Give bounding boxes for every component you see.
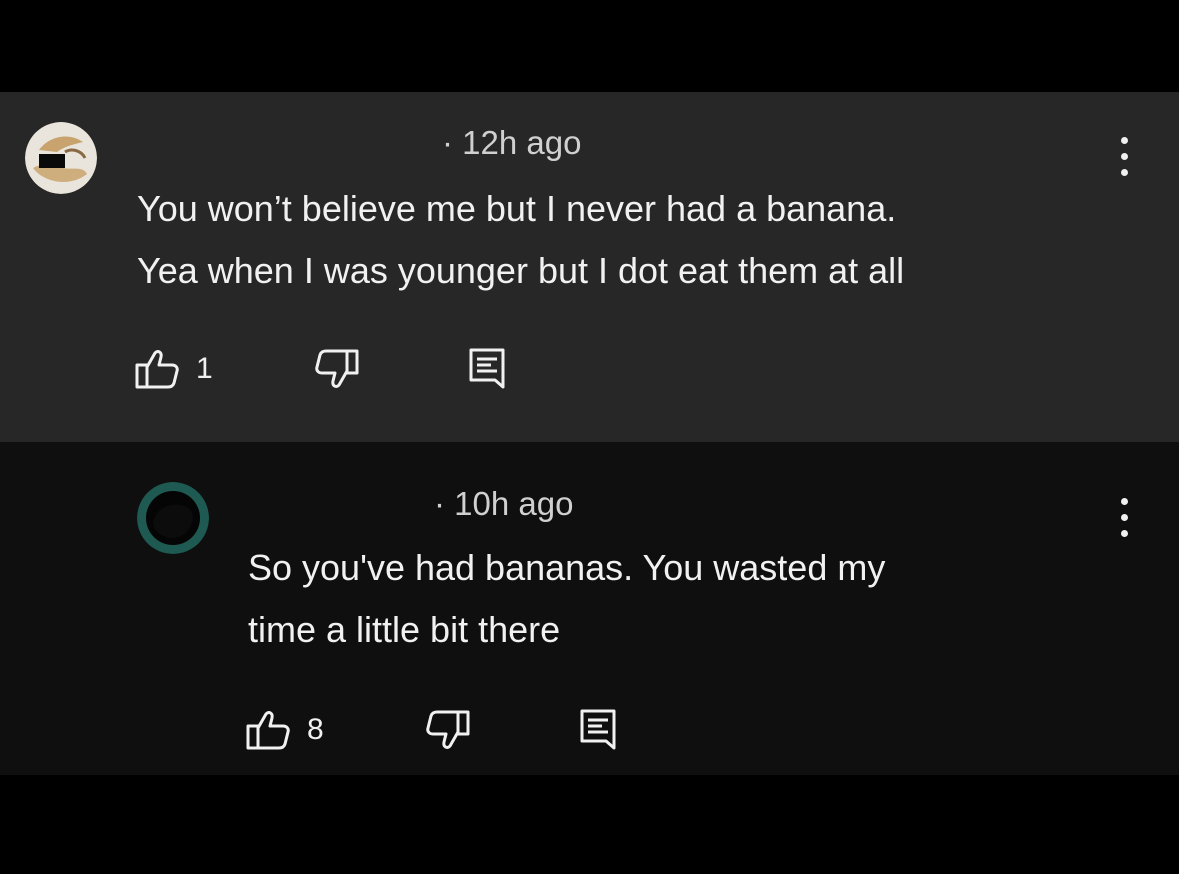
reply-comment-icon	[580, 709, 616, 750]
like-button[interactable]	[134, 347, 182, 391]
comment-actions: 8	[245, 708, 645, 752]
banana-photo-avatar-icon	[25, 122, 97, 194]
dot	[1121, 137, 1128, 144]
dot	[1121, 530, 1128, 537]
comment-text: You won’t believe me but I never had a b…	[137, 178, 904, 302]
comment-text-line: So you've had bananas. You wasted my	[248, 547, 886, 588]
comment-timestamp: · 10h ago	[434, 485, 574, 522]
comment-text-line: You won’t believe me but I never had a b…	[137, 188, 897, 229]
thumbs-up-icon	[135, 350, 179, 389]
screenshot-frame: · 12h ago You won’t believe me but I nev…	[0, 0, 1179, 874]
dot	[1121, 514, 1128, 521]
comment-actions: 1	[134, 347, 534, 391]
more-options-button[interactable]	[1115, 495, 1135, 541]
thumbs-down-icon	[315, 349, 359, 388]
dot	[1121, 498, 1128, 505]
avatar[interactable]	[137, 482, 209, 554]
comment-thread-top: · 12h ago You won’t believe me but I nev…	[0, 92, 1179, 442]
dislike-button[interactable]	[312, 347, 360, 391]
dislike-button[interactable]	[423, 708, 471, 752]
comment-timestamp: · 12h ago	[442, 124, 582, 161]
dot	[1121, 153, 1128, 160]
like-count: 1	[196, 352, 213, 385]
comment-thread-reply: · 10h ago So you've had bananas. You was…	[0, 442, 1179, 775]
comment-text-line: time a little bit there	[248, 609, 561, 650]
dot	[1121, 169, 1128, 176]
like-button[interactable]	[245, 708, 293, 752]
thumbs-up-icon	[246, 711, 290, 750]
dark-teal-ring-avatar-icon	[137, 482, 209, 554]
reply-button[interactable]	[467, 347, 507, 391]
thumbs-down-icon	[426, 710, 470, 749]
like-count: 8	[307, 713, 324, 746]
comment-text: So you've had bananas. You wasted my tim…	[248, 537, 885, 661]
more-options-button[interactable]	[1115, 134, 1135, 180]
avatar[interactable]	[25, 122, 97, 194]
comment-text-line: Yea when I was younger but I dot eat the…	[137, 250, 905, 291]
reply-button[interactable]	[578, 708, 618, 752]
reply-comment-icon	[469, 348, 505, 389]
